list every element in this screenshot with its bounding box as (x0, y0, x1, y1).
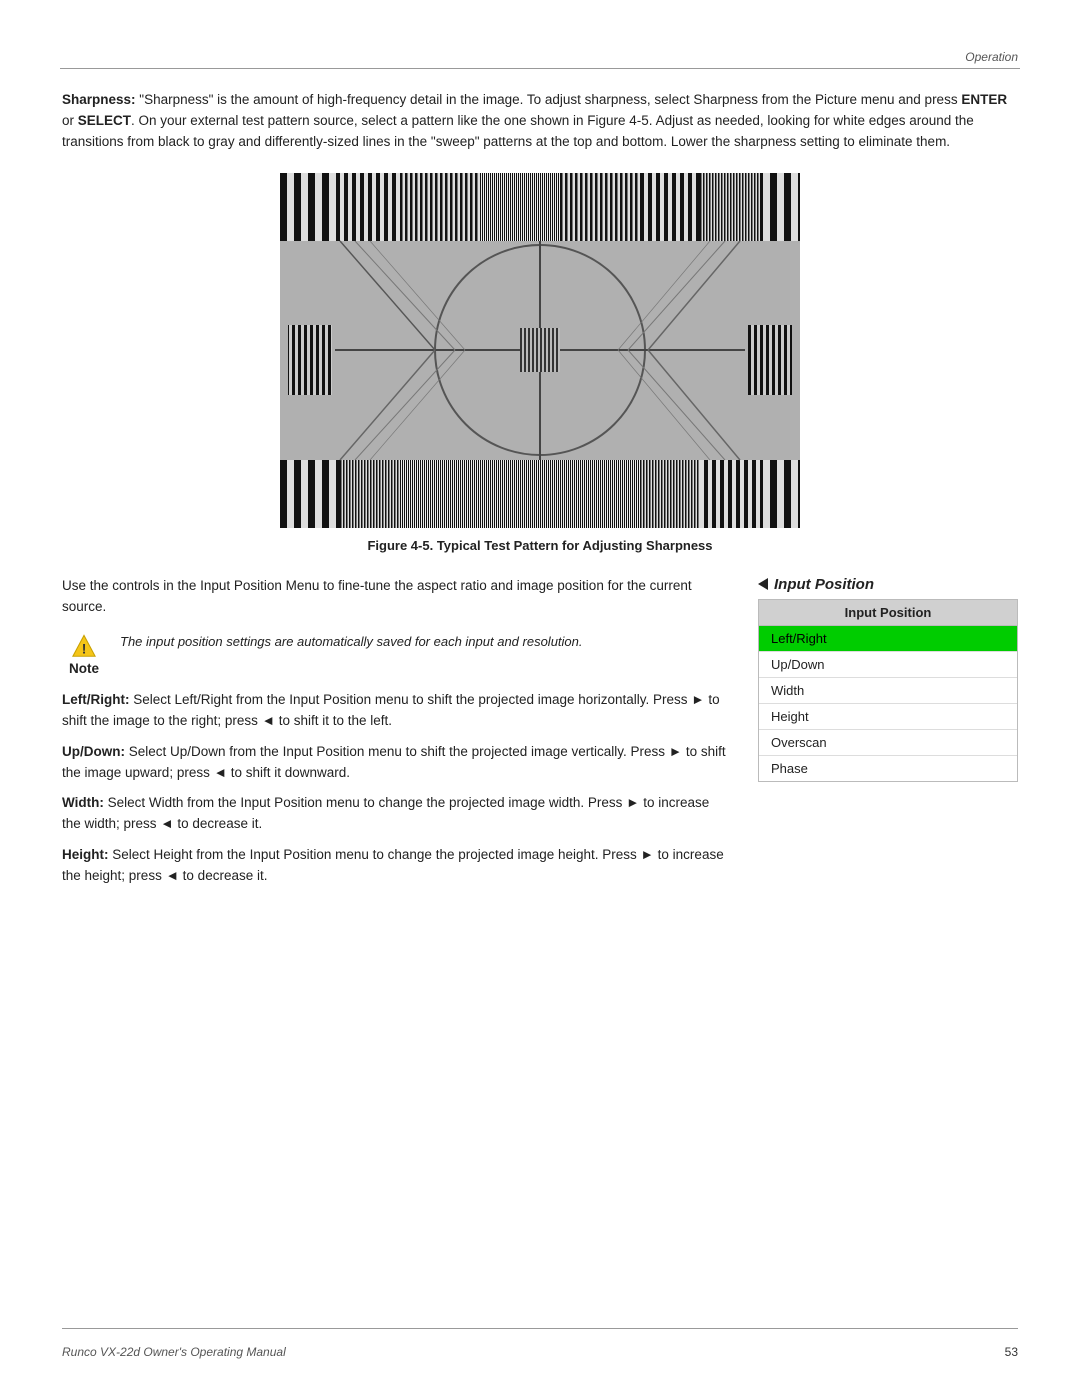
menu-item-width[interactable]: Width (759, 678, 1017, 704)
test-pattern-figure (280, 173, 800, 528)
page: Operation Sharpness: "Sharpness" is the … (0, 0, 1080, 1397)
input-position-menu: Input Position Left/Right Up/Down Width … (758, 599, 1018, 782)
width-lead: Width: (62, 795, 104, 810)
triangle-left-icon (758, 578, 768, 590)
note-text-area: The input position settings are automati… (120, 632, 583, 652)
note-box: ! Note The input position settings are a… (62, 632, 728, 676)
leftright-lead: Left/Right: (62, 692, 129, 707)
footer-rule (62, 1328, 1018, 1329)
menu-item-updown[interactable]: Up/Down (759, 652, 1017, 678)
test-pattern-svg (280, 173, 800, 528)
footer: Runco VX-22d Owner's Operating Manual 53 (62, 1345, 1018, 1359)
menu-item-height[interactable]: Height (759, 704, 1017, 730)
sharpness-paragraph: Sharpness: "Sharpness" is the amount of … (62, 90, 1018, 153)
top-rule (60, 68, 1020, 69)
note-label: Note (69, 661, 99, 676)
note-icon-area: ! Note (62, 632, 106, 676)
input-position-intro: Use the controls in the Input Position M… (62, 576, 728, 618)
footer-page-number: 53 (1005, 1345, 1018, 1359)
height-para: Height: Select Height from the Input Pos… (62, 845, 728, 887)
input-position-title-text: Input Position (774, 576, 874, 593)
height-lead: Height: (62, 847, 109, 862)
leftright-para: Left/Right: Select Left/Right from the I… (62, 690, 728, 732)
updown-para: Up/Down: Select Up/Down from the Input P… (62, 742, 728, 784)
menu-header: Input Position (759, 600, 1017, 626)
footer-manual-name: Runco VX-22d Owner's Operating Manual (62, 1345, 286, 1359)
menu-item-overscan[interactable]: Overscan (759, 730, 1017, 756)
two-col-layout: Use the controls in the Input Position M… (62, 576, 1018, 897)
note-text: The input position settings are automati… (120, 632, 583, 652)
figure-caption: Figure 4-5. Typical Test Pattern for Adj… (62, 536, 1018, 556)
sharpness-lead: Sharpness: (62, 92, 136, 107)
operation-label: Operation (965, 50, 1018, 64)
left-column: Use the controls in the Input Position M… (62, 576, 728, 897)
svg-text:!: ! (82, 640, 87, 656)
width-para: Width: Select Width from the Input Posit… (62, 793, 728, 835)
right-column: Input Position Input Position Left/Right… (758, 576, 1018, 897)
input-position-title: Input Position (758, 576, 1018, 593)
menu-item-phase[interactable]: Phase (759, 756, 1017, 781)
menu-item-leftright[interactable]: Left/Right (759, 626, 1017, 652)
content: Sharpness: "Sharpness" is the amount of … (62, 90, 1018, 897)
warning-triangle-icon: ! (66, 634, 102, 659)
updown-lead: Up/Down: (62, 744, 125, 759)
